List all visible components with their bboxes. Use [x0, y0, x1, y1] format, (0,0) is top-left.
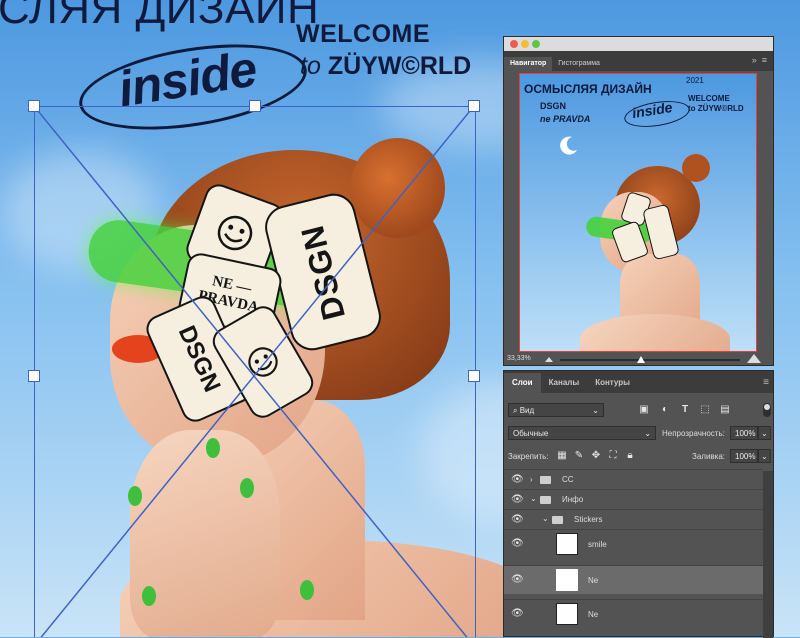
- lock-move-icon[interactable]: ✥: [590, 450, 602, 462]
- preview-title: ОСМЫСЛЯЯ ДИЗАЙН: [524, 82, 652, 96]
- lock-artboard-icon[interactable]: ⛶: [607, 450, 619, 462]
- visibility-eye-icon[interactable]: 👁︎: [511, 474, 524, 486]
- folder-icon: [540, 476, 551, 484]
- layer-thumbnail: [556, 569, 578, 591]
- zoom-slider[interactable]: [560, 359, 740, 361]
- layer-name: smile: [588, 540, 607, 549]
- layers-scrollbar[interactable]: [763, 471, 773, 638]
- zoom-out-icon[interactable]: [544, 355, 554, 363]
- layer-name: CC: [562, 475, 574, 484]
- navigator-panel: Навигатор Гистограмма » ≡ ОСМЫСЛЯЯ ДИЗАЙ…: [503, 36, 774, 366]
- preview-ne-pravda: ne PRAVDA: [540, 114, 591, 124]
- lock-label: Закрепить:: [508, 452, 549, 461]
- blend-mode-select[interactable]: Обычные ⌄: [508, 426, 656, 440]
- layer-thumbnail: [556, 603, 578, 625]
- fill-label: Заливка:: [692, 452, 726, 461]
- transform-handle-top-center[interactable]: [249, 100, 261, 112]
- zoom-icon[interactable]: [532, 40, 540, 48]
- navigator-zoom-bar: 33,33%: [504, 351, 773, 367]
- layer-filter-label: Вид: [519, 406, 535, 415]
- headline-welcome: WELCOME: [296, 20, 431, 48]
- visibility-eye-icon[interactable]: 👁︎: [511, 574, 524, 586]
- navigator-preview[interactable]: ОСМЫСЛЯЯ ДИЗАЙН 2021 DSGN ne PRAVDA WELC…: [519, 73, 757, 352]
- transform-handle-middle-right[interactable]: [468, 370, 480, 382]
- layer-row-ne-selected[interactable]: 👁︎ Ne: [504, 565, 763, 594]
- filter-toggle[interactable]: [763, 403, 771, 417]
- layer-row-info[interactable]: 👁︎ ⌄ Инфо: [504, 489, 763, 510]
- filter-pixel-icon[interactable]: ▣: [638, 404, 650, 416]
- tab-histogram[interactable]: Гистограмма: [552, 57, 606, 71]
- layer-name: Инфо: [562, 495, 584, 504]
- panel-menu-icon[interactable]: ≡: [763, 377, 769, 388]
- tab-channels[interactable]: Каналы: [541, 373, 588, 393]
- filter-smart-object-icon[interactable]: ▤: [719, 404, 731, 416]
- preview-dsgn: DSGN: [540, 101, 567, 111]
- panel-collapse-icon[interactable]: » ≡: [752, 55, 767, 65]
- folder-icon: [540, 496, 551, 504]
- search-icon: ⌕: [513, 406, 518, 415]
- layers-panel: Слои Каналы Контуры ≡ ⌕ Вид ⌄ ▣ ◐ T ⬚ ▤ …: [503, 370, 774, 638]
- navigator-tabs: Навигатор Гистограмма » ≡: [504, 51, 773, 71]
- layer-row-smile[interactable]: 👁︎ smile: [504, 529, 763, 558]
- chevron-right-icon[interactable]: ›: [530, 475, 533, 484]
- lock-transparent-icon[interactable]: ▦: [556, 450, 568, 462]
- layer-row-cc[interactable]: 👁︎ › CC: [504, 469, 763, 490]
- preview-welcome: WELCOME: [688, 94, 730, 103]
- transform-handle-top-left[interactable]: [28, 100, 40, 112]
- layer-thumbnail: [556, 533, 578, 555]
- visibility-eye-icon[interactable]: 👁︎: [511, 608, 524, 620]
- chevron-down-icon[interactable]: ⌄: [542, 514, 549, 523]
- filter-adjustment-icon[interactable]: ◐: [659, 404, 671, 416]
- tab-navigator[interactable]: Навигатор: [504, 57, 553, 71]
- lock-brush-icon[interactable]: ✎: [573, 450, 585, 462]
- zoom-slider-handle[interactable]: [637, 356, 645, 363]
- layer-row-ne[interactable]: 👁︎ Ne: [504, 599, 763, 628]
- moon-icon: [560, 136, 577, 155]
- zoom-in-icon[interactable]: [746, 352, 762, 364]
- transform-handle-middle-left[interactable]: [28, 370, 40, 382]
- zoom-value[interactable]: 33,33%: [507, 355, 531, 362]
- chevron-down-icon: ⌄: [592, 406, 599, 415]
- close-icon[interactable]: [510, 40, 518, 48]
- minimize-icon[interactable]: [521, 40, 529, 48]
- fill-chevron-icon[interactable]: ⌄: [758, 449, 771, 463]
- transform-handle-top-right[interactable]: [468, 100, 480, 112]
- opacity-input[interactable]: 100%: [730, 426, 758, 440]
- lock-all-icon[interactable]: 🔒︎: [624, 450, 636, 462]
- opacity-chevron-icon[interactable]: ⌄: [758, 426, 771, 440]
- preview-hair-bun: [682, 154, 710, 182]
- layer-filter-select[interactable]: ⌕ Вид ⌄: [508, 403, 604, 417]
- headline-world-text: ZÜYW©RLD: [327, 52, 472, 80]
- fill-input[interactable]: 100%: [730, 449, 758, 463]
- transform-cross-lines: [34, 106, 474, 637]
- preview-shoulder: [580, 314, 730, 351]
- headline-world: to ZÜYW©RLD: [300, 52, 471, 81]
- filter-shape-icon[interactable]: ⬚: [699, 404, 711, 416]
- layers-tabs: Слои Каналы Контуры ≡: [504, 371, 773, 393]
- tab-paths[interactable]: Контуры: [587, 373, 638, 393]
- opacity-label: Непрозрачность:: [662, 429, 725, 438]
- tab-layers[interactable]: Слои: [504, 373, 541, 393]
- folder-icon: [552, 516, 563, 524]
- preview-world: to ZÜYW©RLD: [688, 104, 744, 113]
- filter-type-icon[interactable]: T: [679, 404, 691, 416]
- layer-name: Stickers: [574, 515, 603, 524]
- navigator-titlebar[interactable]: [504, 37, 773, 51]
- visibility-eye-icon[interactable]: 👁︎: [511, 538, 524, 550]
- visibility-eye-icon[interactable]: 👁︎: [511, 494, 524, 506]
- layer-row-stickers[interactable]: 👁︎ ⌄ Stickers: [504, 509, 763, 530]
- preview-year: 2021: [686, 76, 704, 85]
- chevron-down-icon: ⌄: [644, 429, 651, 438]
- blend-mode-value: Обычные: [513, 429, 549, 438]
- layer-name: Ne: [588, 610, 599, 619]
- headline-title: СЛЯЯ ДИЗАЙН: [0, 0, 320, 33]
- filter-toggle-knob: [764, 404, 770, 410]
- chevron-down-icon[interactable]: ⌄: [530, 494, 537, 503]
- layer-name: Ne: [588, 576, 599, 585]
- visibility-eye-icon[interactable]: 👁︎: [511, 514, 524, 526]
